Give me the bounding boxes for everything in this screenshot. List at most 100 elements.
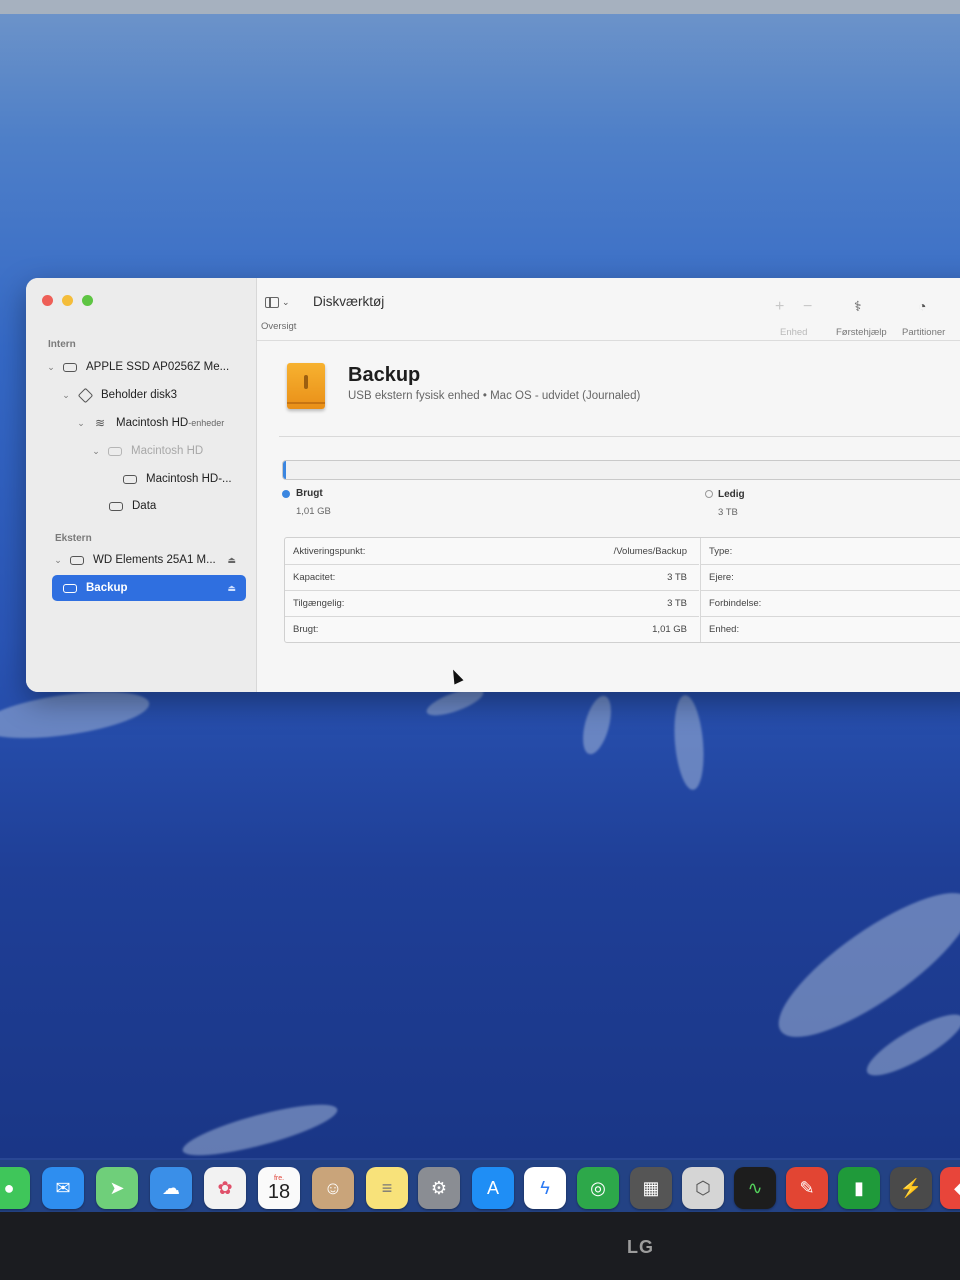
add-volume-button[interactable]: + — [775, 298, 784, 316]
sidebar-icon — [265, 296, 279, 308]
activity-monitor-icon[interactable]: ∿ — [734, 1167, 776, 1209]
sidebar-item-data[interactable]: Data — [104, 495, 156, 517]
usage-bar-fill — [283, 461, 286, 479]
dolphin-shape — [178, 1094, 342, 1166]
external-drive-icon — [287, 363, 325, 409]
info-row-used: Brugt: 1,01 GB — [285, 616, 699, 642]
lg-logo: LG — [627, 1237, 654, 1257]
main-content: ⌄ Oversigt Diskværktøj + − Enhed ⚕ Først… — [257, 278, 960, 692]
toolbar-divider — [257, 340, 960, 341]
chevron-down-icon[interactable]: ⌄ — [51, 555, 65, 566]
dock: ● ✉ ➤ ☁ ✿ fre. 18 ☺ ≡ ⚙ A ϟ ◎ ▦ ⬡ ∿ ✎ ▮ … — [0, 1158, 960, 1212]
contacts-icon[interactable]: ☺ — [312, 1167, 354, 1209]
calendar-day: 18 — [267, 1180, 291, 1203]
settings-cube-icon[interactable]: ⬡ — [682, 1167, 724, 1209]
info-key: Kapacitet: — [293, 572, 336, 583]
sidebar-item-label: Macintosh HD — [131, 445, 204, 457]
disk-icon — [62, 582, 78, 594]
sidebar-item-label: Backup — [86, 582, 128, 594]
disk-icon — [107, 445, 123, 457]
sidebar-toggle-button[interactable]: ⌄ — [265, 293, 297, 311]
container-icon — [77, 387, 93, 403]
weather-icon[interactable]: ☁ — [150, 1167, 192, 1209]
maps-icon[interactable]: ➤ — [96, 1167, 138, 1209]
sidebar-item-apple-ssd[interactable]: ⌄ APPLE SSD AP0256Z Me... — [44, 356, 229, 378]
first-aid-button[interactable]: Førstehjælp — [836, 327, 887, 338]
device-label: Enhed — [780, 327, 808, 338]
monitor-bezel: LG — [0, 1212, 960, 1280]
notes-icon[interactable]: ≡ — [366, 1167, 408, 1209]
sidebar-item-container[interactable]: ⌄ Beholder disk3 — [59, 384, 177, 406]
dolphin-shape — [670, 693, 708, 792]
sidebar-item-macintosh-hd-snapshot[interactable]: Macintosh HD-... — [118, 468, 232, 490]
reeder-icon[interactable]: ⚡ — [890, 1167, 932, 1209]
chevron-down-icon[interactable]: ⌄ — [44, 362, 58, 373]
info-key: Tilgængelig: — [293, 598, 345, 609]
info-row-type: Type: — [700, 538, 960, 565]
find-my-icon[interactable]: ◎ — [577, 1167, 619, 1209]
minimize-button[interactable] — [62, 295, 73, 306]
info-value: 1,01 GB — [652, 624, 687, 635]
dolphin-shape — [577, 692, 617, 758]
sidebar-item-label: Macintosh HD-... — [146, 473, 232, 485]
disk-utility-window: Intern ⌄ APPLE SSD AP0256Z Me... ⌄ Behol… — [26, 278, 960, 692]
view-label: Oversigt — [261, 321, 297, 332]
dolphin-shape — [859, 1004, 960, 1086]
divider — [279, 436, 960, 437]
calendar-icon[interactable]: fre. 18 — [258, 1167, 300, 1209]
pie-chart-icon[interactable]: ◔ — [918, 298, 934, 314]
section-label-external: Ekstern — [55, 533, 92, 544]
sidebar-item-label: Macintosh HD — [116, 417, 189, 429]
remove-volume-button[interactable]: − — [803, 298, 812, 316]
used-legend-dot — [282, 490, 290, 498]
sidebar: Intern ⌄ APPLE SSD AP0256Z Me... ⌄ Behol… — [26, 278, 257, 692]
sidebar-item-suffix: -enheder — [188, 418, 225, 428]
sidebar-item-label: APPLE SSD AP0256Z Me... — [86, 361, 230, 373]
disk-icon — [108, 500, 124, 512]
window-title: Diskværktøj — [313, 294, 385, 309]
eject-icon[interactable]: ⏏ — [227, 555, 236, 566]
sidebar-item-label: Beholder disk3 — [101, 389, 178, 401]
volume-name: Backup — [348, 364, 421, 386]
app-store-icon[interactable]: A — [472, 1167, 514, 1209]
chevron-down-icon: ⌄ — [282, 296, 290, 307]
chevron-down-icon[interactable]: ⌄ — [89, 446, 103, 457]
system-settings-icon[interactable]: ⚙ — [418, 1167, 460, 1209]
info-row-owners: Ejere: — [700, 564, 960, 591]
zoom-button[interactable] — [82, 295, 93, 306]
free-legend-dot — [705, 490, 713, 498]
info-row-capacity: Kapacitet: 3 TB — [285, 564, 699, 591]
info-key: Type: — [709, 546, 733, 557]
sidebar-item-label: WD Elements 25A1 M... — [93, 554, 216, 566]
free-value: 3 TB — [718, 507, 738, 518]
numbers-icon[interactable]: ▮ — [838, 1167, 880, 1209]
messages-icon[interactable]: ● — [0, 1167, 30, 1209]
disk-icon — [122, 473, 138, 485]
close-button[interactable] — [42, 295, 53, 306]
info-value: 3 TB — [667, 598, 687, 609]
sidebar-item-backup[interactable]: Backup ⏏ — [52, 575, 246, 601]
sidebar-item-volume-group[interactable]: ⌄ ≋ Macintosh HD -enheder — [74, 412, 224, 434]
info-key: Ejere: — [709, 572, 734, 583]
red-app-icon[interactable]: ◆ — [940, 1167, 960, 1209]
eject-icon[interactable]: ⏏ — [227, 583, 236, 594]
info-value: /Volumes/Backup — [613, 546, 687, 557]
layers-icon: ≋ — [94, 416, 106, 430]
info-row-connection: Forbindelse: — [700, 590, 960, 617]
messenger-icon[interactable]: ϟ — [524, 1167, 566, 1209]
calculator-icon[interactable]: ▦ — [630, 1167, 672, 1209]
mail-icon[interactable]: ✉ — [42, 1167, 84, 1209]
info-key: Enhed: — [709, 624, 740, 635]
photos-icon[interactable]: ✿ — [204, 1167, 246, 1209]
chevron-down-icon[interactable]: ⌄ — [59, 390, 73, 401]
disk-icon — [62, 361, 78, 373]
stethoscope-icon[interactable]: ⚕ — [854, 298, 870, 314]
chevron-down-icon[interactable]: ⌄ — [74, 418, 88, 429]
info-table: Aktiveringspunkt: /Volumes/Backup Kapaci… — [284, 537, 960, 643]
info-row-device: Enhed: — [700, 616, 960, 642]
sidebar-item-wd-elements[interactable]: ⌄ WD Elements 25A1 M... ⏏ — [51, 549, 246, 571]
partition-button[interactable]: Partitioner — [902, 327, 945, 338]
info-key: Brugt: — [293, 624, 319, 635]
pencil-app-icon[interactable]: ✎ — [786, 1167, 828, 1209]
sidebar-item-macintosh-hd[interactable]: ⌄ Macintosh HD — [89, 440, 203, 462]
